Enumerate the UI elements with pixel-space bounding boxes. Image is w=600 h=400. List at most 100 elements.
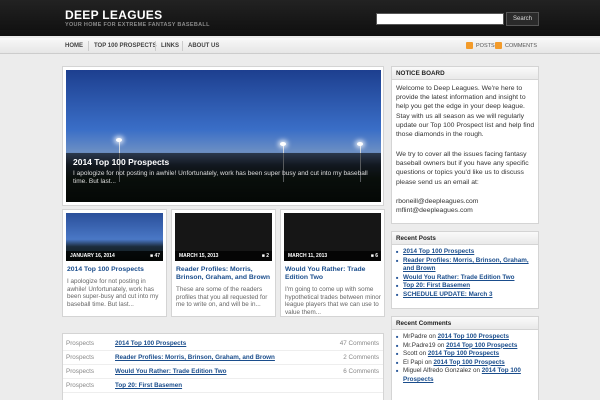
list-item: 2014 Top 100 Prospects bbox=[396, 248, 538, 257]
nav-home[interactable]: HOME bbox=[65, 38, 83, 54]
notice-board: NOTICE BOARD Welcome to Deep Leagues. We… bbox=[391, 66, 539, 224]
post-meta-bar: MARCH 15, 2013 ■ 2 bbox=[175, 251, 272, 261]
main-nav: HOME TOP 100 PROSPECTS LINKS ABOUT US PO… bbox=[0, 38, 600, 54]
list-item: Prospects Would You Rather: Trade Editio… bbox=[63, 365, 383, 379]
post-date: JANUARY 16, 2014 bbox=[70, 253, 115, 259]
list-item: Miguel Alfredo Gonzalez on 2014 Top 100 … bbox=[396, 367, 538, 384]
notice-paragraph: Welcome to Deep Leagues. We're here to p… bbox=[396, 85, 535, 139]
recent-post-link[interactable]: Top 20: First Basemen bbox=[403, 282, 470, 289]
list-item: Top 20: First Basemen bbox=[396, 282, 538, 291]
recent-post-link[interactable]: SCHEDULE UPDATE: March 3 bbox=[403, 291, 492, 298]
list-item: Prospects 2014 Top 100 Prospects 47 Comm… bbox=[63, 337, 383, 351]
post-meta-bar: JANUARY 16, 2014 ■ 47 bbox=[66, 251, 163, 261]
post-category[interactable]: Prospects bbox=[66, 354, 94, 361]
search-button[interactable]: Search bbox=[506, 12, 539, 26]
list-item: Would You Rather: Trade Edition Two bbox=[396, 274, 538, 283]
comment-author: MrPadre bbox=[403, 333, 428, 340]
list-item: Prospects Reader Profiles: Morris, Brins… bbox=[63, 351, 383, 365]
nav-about-us[interactable]: ABOUT US bbox=[188, 38, 219, 54]
post-title[interactable]: Top 20: First Basemen bbox=[115, 382, 182, 389]
email-link[interactable]: rboneill@deepleagues.com bbox=[396, 197, 538, 206]
comment-on-label: on bbox=[473, 367, 481, 375]
post-card: JANUARY 16, 2014 ■ 47 2014 Top 100 Prosp… bbox=[62, 209, 167, 317]
post-title[interactable]: Reader Profiles: Morris, Brinson, Graham… bbox=[115, 354, 275, 361]
post-card-excerpt: These are some of the readers profiles t… bbox=[176, 286, 268, 309]
email-link[interactable]: mflint@deepleagues.com bbox=[396, 206, 538, 215]
comment-count[interactable]: ■ 2 bbox=[262, 253, 269, 259]
post-card-excerpt: I apologize for not posting in awhile! U… bbox=[67, 278, 159, 308]
stadium-light bbox=[116, 138, 122, 142]
nav-top-100-prospects[interactable]: TOP 100 PROSPECTS bbox=[94, 38, 156, 54]
post-comment-count[interactable]: 6 Comments bbox=[343, 368, 379, 375]
recent-comments-list: MrPadre on 2014 Top 100 Prospects Mr.Pad… bbox=[396, 333, 538, 385]
list-item: Mr.Padre19 on 2014 Top 100 Prospects bbox=[396, 342, 538, 351]
comment-count[interactable]: ■ 47 bbox=[150, 253, 160, 259]
comment-author: El Papi bbox=[403, 358, 423, 366]
posts-feed-link[interactable]: POSTS bbox=[476, 38, 495, 54]
list-item: Prospects Top 20: First Basemen bbox=[63, 379, 383, 393]
comment-count-value: 6 bbox=[375, 253, 378, 259]
post-title[interactable]: 2014 Top 100 Prospects bbox=[115, 340, 186, 347]
list-item: MrPadre on 2014 Top 100 Prospects bbox=[396, 333, 538, 342]
recent-comments-heading: Recent Comments bbox=[392, 317, 538, 330]
search-input[interactable] bbox=[376, 13, 504, 25]
post-comment-count[interactable]: 2 Comments bbox=[343, 354, 379, 361]
comment-on-label: on bbox=[424, 358, 432, 366]
comment-post-link[interactable]: 2014 Top 100 Prospects bbox=[433, 359, 504, 366]
recent-comments-widget: Recent Comments MrPadre on 2014 Top 100 … bbox=[391, 316, 539, 400]
post-card-excerpt: I'm going to come up with some hypotheti… bbox=[285, 286, 381, 316]
comment-on-label: on bbox=[437, 341, 445, 349]
post-date: MARCH 15, 2013 bbox=[179, 253, 219, 259]
rss-icon bbox=[466, 42, 473, 49]
comment-on-label: on bbox=[428, 333, 436, 340]
featured-stadium-image[interactable]: 2014 Top 100 Prospects I apologize for n… bbox=[66, 70, 381, 202]
featured-title[interactable]: 2014 Top 100 Prospects bbox=[73, 157, 169, 167]
recent-posts-widget: Recent Posts 2014 Top 100 Prospects Read… bbox=[391, 231, 539, 309]
post-comment-count[interactable]: 47 Comments bbox=[340, 340, 379, 347]
comment-post-link[interactable]: 2014 Top 100 Prospects bbox=[428, 350, 499, 357]
comment-author: Scott bbox=[403, 350, 418, 358]
comment-post-link[interactable]: 2014 Top 100 Prospects bbox=[438, 333, 509, 340]
post-thumbnail[interactable]: JANUARY 16, 2014 ■ 47 bbox=[66, 213, 163, 261]
site-title[interactable]: DEEP LEAGUES bbox=[65, 8, 162, 22]
featured-slider: 2014 Top 100 Prospects I apologize for n… bbox=[62, 66, 384, 206]
post-card-title[interactable]: Reader Profiles: Morris, Brinson, Graham… bbox=[176, 266, 273, 282]
post-title[interactable]: Would You Rather: Trade Edition Two bbox=[115, 368, 226, 375]
post-thumbnail[interactable]: MARCH 11, 2013 ■ 6 bbox=[284, 213, 381, 261]
recent-post-link[interactable]: Reader Profiles: Morris, Brinson, Graham… bbox=[403, 257, 529, 273]
comment-count-value: 47 bbox=[154, 253, 160, 259]
comment-author: Mr.Padre19 bbox=[403, 341, 436, 349]
post-card-title[interactable]: 2014 Top 100 Prospects bbox=[67, 266, 164, 274]
post-category[interactable]: Prospects bbox=[66, 382, 94, 389]
recent-post-link[interactable]: 2014 Top 100 Prospects bbox=[403, 248, 474, 255]
post-thumbnail[interactable]: MARCH 15, 2013 ■ 2 bbox=[175, 213, 272, 261]
comment-post-link[interactable]: 2014 Top 100 Prospects bbox=[446, 342, 517, 349]
site-header: DEEP LEAGUES YOUR HOME FOR EXTREME FANTA… bbox=[0, 0, 600, 36]
comments-feed-link[interactable]: COMMENTS bbox=[505, 38, 537, 54]
nav-divider bbox=[182, 41, 183, 51]
posts-list: Prospects 2014 Top 100 Prospects 47 Comm… bbox=[62, 333, 384, 400]
comment-on-label: on bbox=[419, 350, 427, 358]
nav-links[interactable]: LINKS bbox=[161, 38, 179, 54]
comment-author: Miguel Alfredo Gonzalez bbox=[403, 367, 472, 375]
notice-board-heading: NOTICE BOARD bbox=[392, 67, 538, 80]
site-tagline: YOUR HOME FOR EXTREME FANTASY BASEBALL bbox=[65, 22, 210, 28]
rss-icon bbox=[495, 42, 502, 49]
comment-count[interactable]: ■ 6 bbox=[371, 253, 378, 259]
recent-post-link[interactable]: Would You Rather: Trade Edition Two bbox=[403, 274, 514, 281]
post-meta-bar: MARCH 11, 2013 ■ 6 bbox=[284, 251, 381, 261]
stadium-light bbox=[357, 142, 363, 146]
featured-excerpt: I apologize for not posting in awhile! U… bbox=[73, 170, 368, 185]
list-item: El Papi on 2014 Top 100 Prospects bbox=[396, 359, 538, 368]
post-category[interactable]: Prospects bbox=[66, 340, 94, 347]
post-category[interactable]: Prospects bbox=[66, 368, 94, 375]
stadium-light bbox=[280, 142, 286, 146]
list-item: Reader Profiles: Morris, Brinson, Graham… bbox=[396, 257, 538, 274]
list-item: SCHEDULE UPDATE: March 3 bbox=[396, 291, 538, 300]
nav-divider bbox=[155, 41, 156, 51]
notice-paragraph: We try to cover all the issues facing fa… bbox=[396, 151, 529, 186]
post-card: MARCH 15, 2013 ■ 2 Reader Profiles: Morr… bbox=[171, 209, 276, 317]
nav-divider bbox=[88, 41, 89, 51]
post-card: MARCH 11, 2013 ■ 6 Would You Rather: Tra… bbox=[280, 209, 385, 317]
post-card-title[interactable]: Would You Rather: Trade Edition Two bbox=[285, 266, 382, 282]
